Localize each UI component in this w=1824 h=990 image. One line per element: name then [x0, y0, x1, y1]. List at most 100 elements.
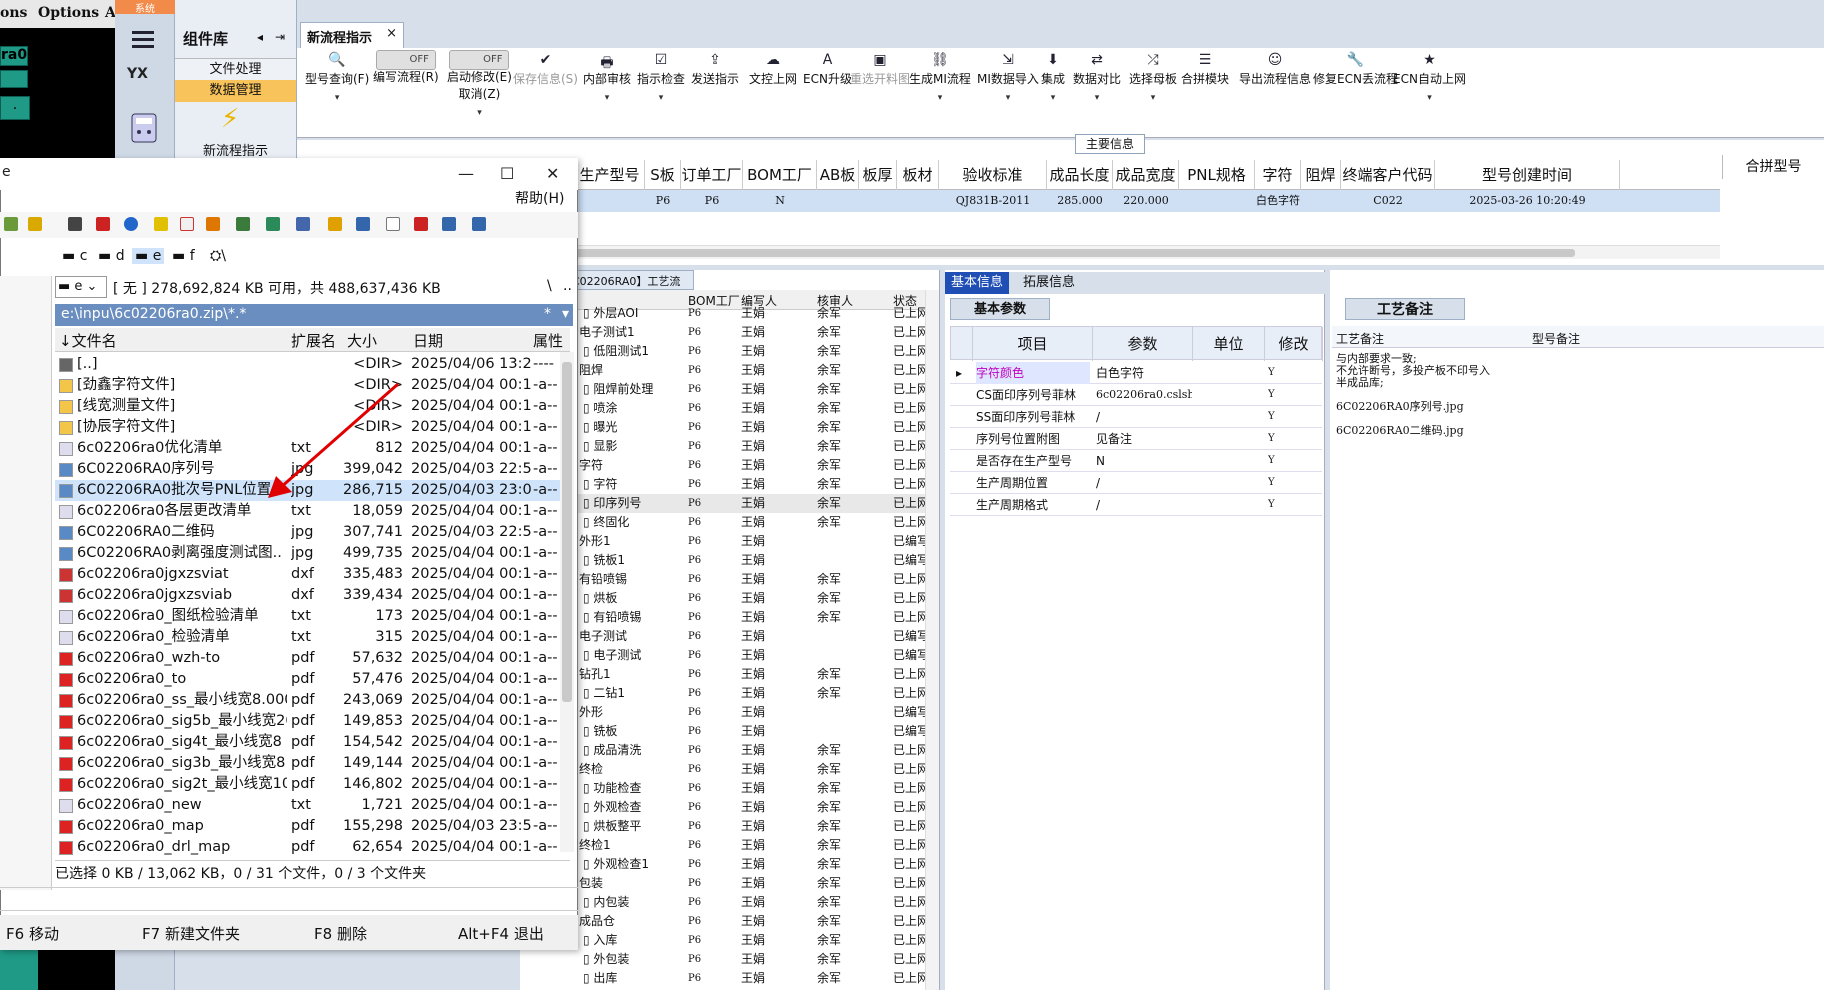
info-row[interactable]: 是否存在生产型号 N Y — [950, 450, 1322, 472]
file-col-header[interactable]: 扩展名 — [291, 330, 336, 351]
chevron-down-icon[interactable]: ▾ — [1073, 93, 1121, 103]
toolbar-button-checklist[interactable]: ☑ 指示检查 ▾ — [637, 52, 685, 103]
process-row[interactable]: ▯ 出库 P6 王娟 余军 已上网 — [575, 969, 925, 988]
toolbar-icon[interactable] — [206, 217, 220, 231]
chevron-down-icon[interactable]: ▾ — [637, 93, 685, 103]
process-row[interactable]: ▯ 电子测试 P6 王娟 已编写 — [575, 646, 925, 665]
grid-col-header[interactable]: 阻焊 — [1301, 160, 1341, 190]
process-row[interactable]: ▯ 铣板1 P6 王娟 已编写 — [575, 551, 925, 570]
alt-f4-exit-button[interactable]: Alt+F4 退出 — [458, 923, 544, 944]
toolbar-icon[interactable] — [4, 217, 18, 231]
info-param[interactable]: N — [1096, 450, 1192, 472]
file-row[interactable]: 6c02206ra0_sig2t_最小线宽10 pdf 146,802 2025/04… — [55, 774, 560, 795]
drive-network[interactable]: ⛭\ — [210, 248, 226, 264]
toolbar-button-search[interactable]: 🔍 型号查询(F) ▾ — [305, 52, 369, 103]
toolbar-button-font[interactable]: A ECN升级 — [803, 52, 852, 87]
file-row[interactable]: 6c02206ra0jgxzsviat dxf 335,483 2025/04/04 … — [55, 564, 560, 585]
info-row[interactable]: 生产周期格式 / Y — [950, 494, 1322, 516]
process-row[interactable]: 终检 P6 王娟 余军 已上网 — [575, 760, 925, 779]
file-row[interactable]: 6c02206ra0_sig5b_最小线宽20 pdf 149,853 2025/04… — [55, 711, 560, 732]
toolbar-button-smile[interactable]: ☺ 导出流程信息 — [1239, 52, 1311, 87]
process-row[interactable]: ▯ 外观检查1 P6 王娟 余军 已上网 — [575, 855, 925, 874]
process-row[interactable]: ▯ 烘板 P6 王娟 余军 已上网 — [575, 589, 925, 608]
toolbar-button-toggle-off[interactable]: OFF 编写流程(R) — [373, 50, 439, 85]
info-param[interactable]: 白色字符 — [1096, 362, 1192, 384]
toggle-off[interactable]: OFF — [447, 50, 512, 70]
horizontal-scrollbar[interactable] — [575, 245, 1720, 259]
info-param[interactable]: / — [1096, 472, 1192, 494]
file-row[interactable]: 6c02206ra0jgxzsviab dxf 339,434 2025/04/04 … — [55, 585, 560, 606]
file-row[interactable]: 6c02206ra0_sig4t_最小线宽8 pdf 154,542 2025/04/… — [55, 732, 560, 753]
info-modify[interactable]: Y — [1268, 406, 1322, 428]
panel-field-2[interactable] — [0, 70, 28, 88]
process-row[interactable]: ▯ 阻焊前处理 P6 王娟 余军 已上网 — [575, 380, 925, 399]
file-row[interactable]: 6C02206RA0二维码 jpg 307,741 2025/04/03 22:59-… — [55, 522, 560, 543]
toolbar-button-toggle-off[interactable]: OFF 启动修改(E) 取消(Z) ▾ — [447, 50, 512, 118]
nav-item-file-processing[interactable]: 文件处理 — [175, 58, 296, 80]
excel-icon[interactable] — [266, 217, 280, 231]
chevron-down-icon[interactable]: ▾ — [305, 93, 369, 103]
grid-col-header[interactable]: PNL规格 — [1179, 160, 1255, 190]
process-row[interactable]: 外形1 P6 王娟 已编写 — [575, 532, 925, 551]
chevron-down-icon[interactable]: ▾ — [909, 93, 971, 103]
file-row[interactable]: 6C02206RA0剥离强度测试图.. jpg 499,735 2025/04/04 … — [55, 543, 560, 564]
toolbar-button-upload[interactable]: ⇪ 发送指示 — [691, 52, 739, 87]
process-row[interactable]: 电子测试1 P6 王娟 余军 已上网 — [575, 323, 925, 342]
chevron-down-icon[interactable]: ▾ — [447, 108, 512, 118]
toggle-off-switch[interactable]: OFF — [449, 50, 510, 70]
up-button[interactable]: .. — [563, 278, 572, 294]
process-row[interactable]: ▯ 外层AOI P6 王娟 余军 已上网 — [575, 304, 925, 323]
panel-field[interactable]: ra0 — [0, 46, 28, 66]
file-icon[interactable] — [180, 217, 194, 231]
file-row[interactable]: 6c02206ra0_drl_map pdf 62,654 2025/04/04 00… — [55, 837, 560, 858]
file-col-header[interactable]: 属性 — [533, 330, 563, 351]
drive-f[interactable]: ▬ f — [172, 248, 195, 264]
f6-move-button[interactable]: F6 移动 — [6, 923, 59, 944]
process-row[interactable]: 成品仓 P6 王娟 余军 已上网 — [575, 912, 925, 931]
globe-icon[interactable] — [124, 217, 138, 231]
process-row[interactable]: ▯ 曝光 P6 王娟 余军 已上网 — [575, 418, 925, 437]
scroll-thumb[interactable] — [575, 249, 1575, 257]
new-flow-button[interactable]: 新流程指示 — [175, 140, 296, 159]
info-param[interactable]: / — [1096, 406, 1192, 428]
minimize-icon[interactable]: — — [458, 164, 474, 183]
process-row[interactable]: ▯ 烘板整平 P6 王娟 余军 已上网 — [575, 817, 925, 836]
info-row[interactable]: ▸ 字符颜色 白色字符 Y — [950, 362, 1322, 384]
toggle-off[interactable]: OFF — [373, 50, 439, 70]
menu-item-ons[interactable]: ons — [0, 5, 27, 21]
process-row[interactable]: ▯ 成品清洗 P6 王娟 余军 已上网 — [575, 741, 925, 760]
info-param[interactable]: 6c02206ra0.cslsh — [1096, 384, 1192, 406]
file-row[interactable]: 6c02206ra0_sig3b_最小线宽8 pdf 149,144 2025/04/… — [55, 753, 560, 774]
path-filter[interactable]: * — [544, 306, 551, 322]
help-menu[interactable]: 帮助(H) — [515, 188, 564, 208]
toolbar-button-check[interactable]: ✔ 保存信息(S) — [513, 52, 578, 87]
menu-item-options[interactable]: Options — [38, 5, 99, 21]
process-row[interactable]: ▯ 外观检查 P6 王娟 余军 已上网 — [575, 798, 925, 817]
lightning-icon[interactable]: ⚡ — [221, 104, 251, 134]
drive-select[interactable]: ▬ e ⌄ — [55, 276, 107, 298]
file-col-header[interactable]: 日期 — [413, 330, 443, 351]
chevron-down-icon[interactable]: ▾ — [1041, 93, 1065, 103]
toolbar-button-network[interactable]: ⛓ 生成MI流程 ▾ — [909, 52, 971, 103]
calculator-icon[interactable] — [127, 110, 161, 146]
table-row[interactable]: P6 P6 N QJ831B-2011 285.000 220.000 白色字符 C022 20… — [575, 190, 1720, 212]
grid-col-header[interactable]: S板 — [645, 160, 681, 190]
path-bar[interactable]: e:\inpu\6c02206ra0.zip\*.* * ▾ — [55, 304, 573, 326]
process-row[interactable]: ▯ 功能检查 P6 王娟 余军 已上网 — [575, 779, 925, 798]
process-row[interactable]: ▯ 终固化 P6 王娟 余军 已上网 — [575, 513, 925, 532]
f8-delete-button[interactable]: F8 删除 — [314, 923, 367, 944]
process-row[interactable]: ▯ 有铅喷锡 P6 王娟 余军 已上网 — [575, 608, 925, 627]
file-row[interactable]: 6c02206ra0_wzh-to pdf 57,632 2025/04/04 00:… — [55, 648, 560, 669]
file-row[interactable]: 6c02206ra0_图纸检验清单 txt 173 2025/04/04 00:19-… — [55, 606, 560, 627]
process-row[interactable]: 包装 P6 王娟 余军 已上网 — [575, 874, 925, 893]
tab-extended-info[interactable]: 拓展信息 — [1017, 272, 1081, 294]
info-param[interactable]: 见备注 — [1096, 428, 1192, 450]
tab-basic-info[interactable]: 基本信息 — [945, 272, 1010, 294]
chevron-down-icon[interactable]: ▾ — [562, 306, 569, 322]
hamburger-icon[interactable] — [129, 28, 159, 50]
scroll-thumb[interactable] — [562, 362, 572, 702]
process-row[interactable]: 阻焊 P6 王娟 余军 已上网 — [575, 361, 925, 380]
process-row[interactable]: ▯ 字符 P6 王娟 余军 已上网 — [575, 475, 925, 494]
grid-col-header[interactable]: 型号创建时间 — [1435, 160, 1620, 190]
toolbar-icon[interactable] — [68, 217, 82, 231]
